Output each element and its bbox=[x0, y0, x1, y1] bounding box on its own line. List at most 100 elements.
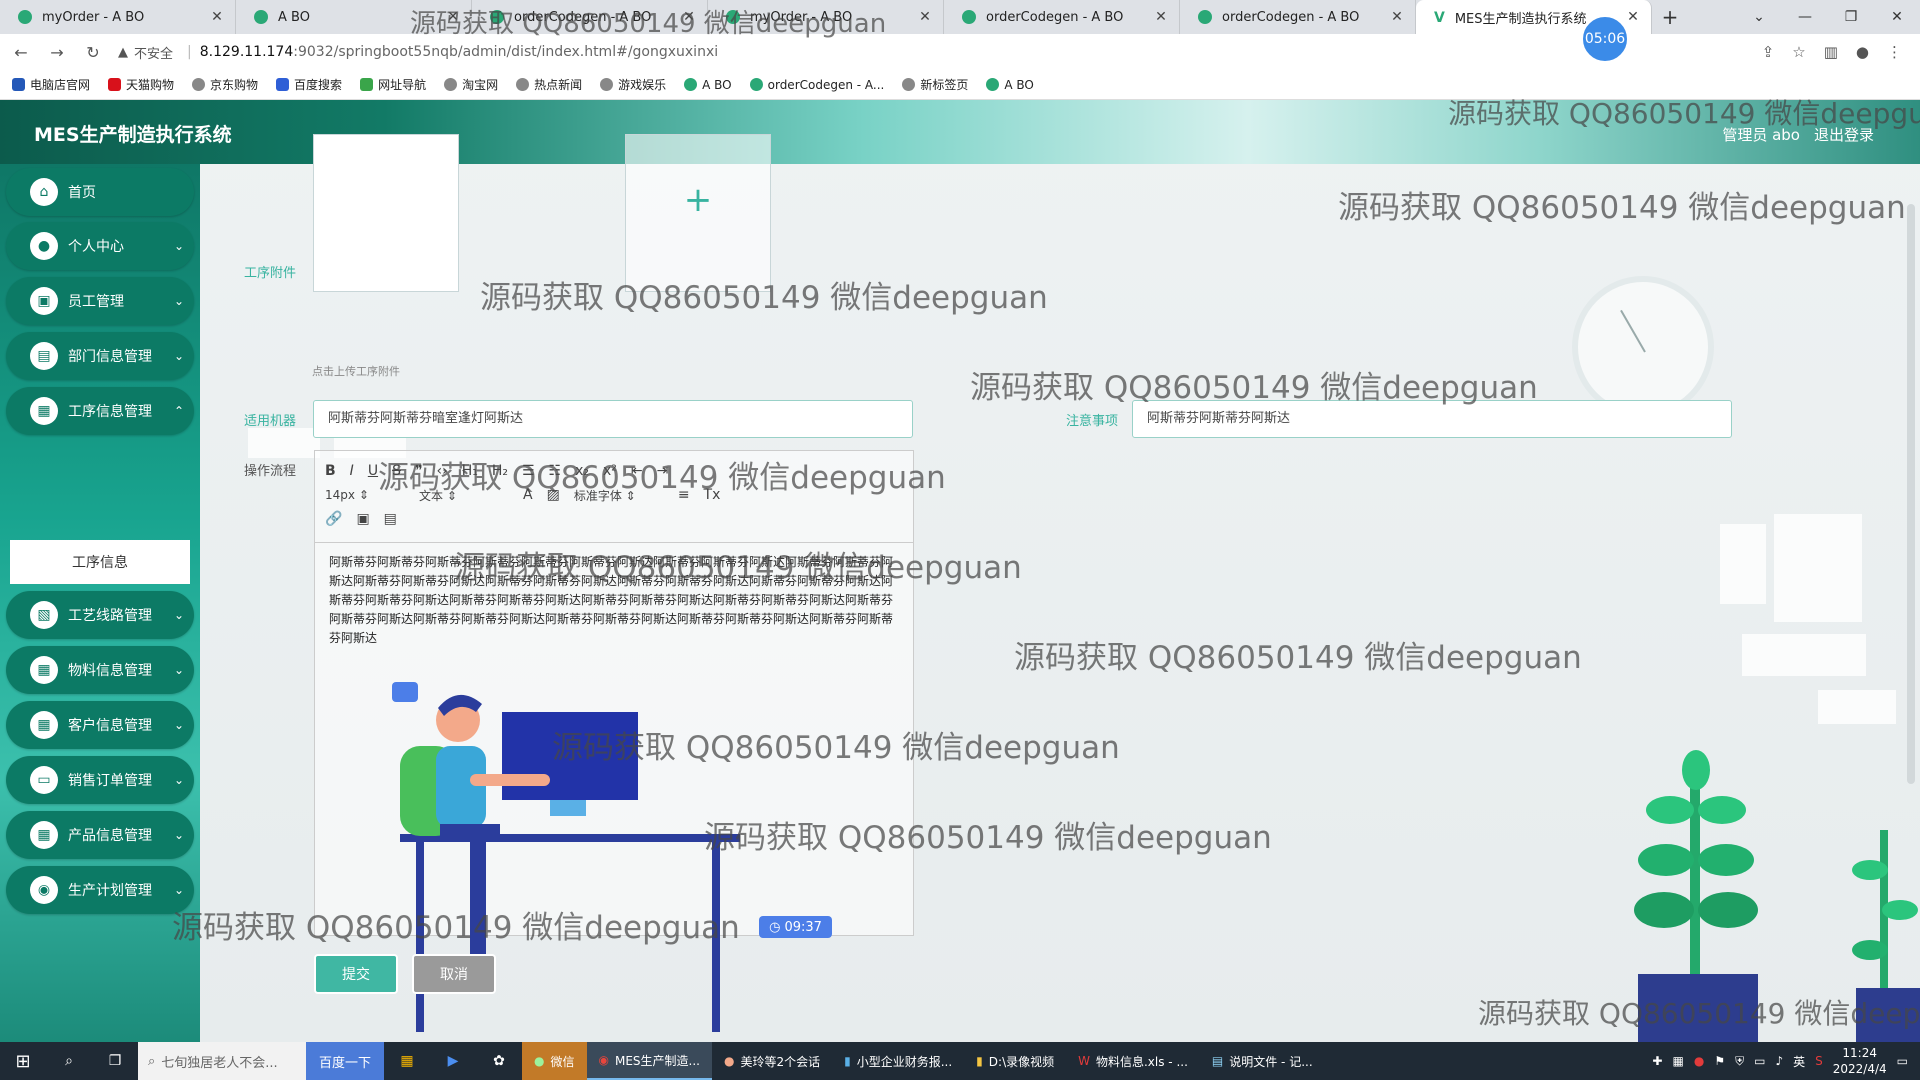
browser-tab[interactable]: myOrder - A BO ✕ bbox=[708, 0, 944, 34]
close-tab-icon[interactable]: ✕ bbox=[1625, 9, 1641, 25]
plus-icon[interactable]: + bbox=[625, 144, 771, 256]
forward-icon[interactable]: → bbox=[42, 43, 72, 62]
sidebar-item-sales-orders[interactable]: ▭ 销售订单管理 ⌄ bbox=[6, 756, 194, 804]
back-icon[interactable]: ← bbox=[6, 43, 36, 62]
tray-app-icon[interactable]: ● bbox=[1694, 1054, 1704, 1068]
bookmark-item[interactable]: 网址导航 bbox=[360, 76, 426, 93]
sidebar-item-products[interactable]: ▦ 产品信息管理 ⌄ bbox=[6, 811, 194, 859]
machine-input[interactable]: 阿斯蒂芬阿斯蒂芬暗室逢灯阿斯达 bbox=[313, 400, 913, 438]
notification-icon[interactable]: ▭ bbox=[1897, 1054, 1908, 1068]
tray-app-icon[interactable]: ⚑ bbox=[1714, 1054, 1725, 1068]
font-family-select[interactable]: 标准字体 ⇕ bbox=[574, 487, 664, 504]
cancel-button[interactable]: 取消 bbox=[412, 954, 496, 994]
taskbar-app-notepad[interactable]: ▤ 说明文件 - 记... bbox=[1200, 1042, 1325, 1080]
bullet-list-icon[interactable]: ☷ bbox=[549, 463, 562, 479]
submenu-item-process-info[interactable]: 工序信息 bbox=[10, 540, 190, 584]
text-type-select[interactable]: 文本 ⇕ bbox=[419, 487, 509, 504]
bookmark-item[interactable]: A BO bbox=[986, 78, 1034, 92]
submit-button[interactable]: 提交 bbox=[314, 954, 398, 994]
baidu-search-button[interactable]: 百度一下 bbox=[306, 1042, 384, 1080]
background-color-icon[interactable]: ▨ bbox=[547, 487, 560, 503]
reload-icon[interactable]: ↻ bbox=[78, 43, 108, 62]
superscript-icon[interactable]: x² bbox=[603, 463, 617, 479]
close-tab-icon[interactable]: ✕ bbox=[917, 9, 933, 25]
page-scrollbar[interactable] bbox=[1907, 204, 1915, 784]
font-size-select[interactable]: 14px ⇕ bbox=[325, 488, 405, 502]
bookmark-item[interactable]: 天猫购物 bbox=[108, 76, 174, 93]
logout-link[interactable]: 退出登录 bbox=[1814, 124, 1874, 145]
tray-app-icon[interactable]: ✚ bbox=[1652, 1054, 1662, 1068]
bookmark-item[interactable]: 百度搜索 bbox=[276, 76, 342, 93]
taskbar-app-folder[interactable]: ▮ D:\录像视频 bbox=[964, 1042, 1066, 1080]
ime-indicator[interactable]: 英 bbox=[1793, 1053, 1805, 1070]
sidepanel-icon[interactable]: ▥ bbox=[1824, 43, 1838, 61]
taskbar-clock[interactable]: 11:24 2022/4/4 bbox=[1833, 1045, 1887, 1077]
underline-icon[interactable]: U bbox=[368, 463, 378, 479]
quote-icon[interactable]: ❞ bbox=[415, 463, 423, 479]
close-tab-icon[interactable]: ✕ bbox=[209, 9, 225, 25]
font-color-icon[interactable]: A bbox=[523, 487, 533, 503]
outdent-icon[interactable]: ⇤ bbox=[631, 463, 643, 479]
tray-app-icon[interactable]: ▦ bbox=[1672, 1054, 1683, 1068]
bookmark-item[interactable]: 热点新闻 bbox=[516, 76, 582, 93]
menu-kebab-icon[interactable]: ⋮ bbox=[1887, 43, 1902, 61]
browser-tab[interactable]: orderCodegen - A BO ✕ bbox=[944, 0, 1180, 34]
code-block-icon[interactable]: ‹› bbox=[437, 463, 448, 479]
sidebar-item-production-plan[interactable]: ◉ 生产计划管理 ⌄ bbox=[6, 866, 194, 914]
restore-icon[interactable]: ❐ bbox=[1828, 0, 1874, 34]
url-input[interactable]: ▲ 不安全 | 8.129.11.174:9032/springboot55nq… bbox=[118, 38, 1762, 66]
network-icon[interactable]: ▭ bbox=[1754, 1054, 1765, 1068]
taskbar-search-input[interactable]: ⌕ 七旬独居老人不会... bbox=[138, 1042, 306, 1080]
bookmark-item[interactable]: 电脑店官网 bbox=[12, 76, 90, 93]
italic-icon[interactable]: I bbox=[350, 463, 354, 479]
sidebar-item-employees[interactable]: ▣ 员工管理 ⌄ bbox=[6, 277, 194, 325]
taskbar-app-chat[interactable]: ● 美玲等2个会话 bbox=[712, 1042, 832, 1080]
profile-icon[interactable]: ● bbox=[1856, 43, 1869, 61]
bookmark-item[interactable]: 淘宝网 bbox=[444, 76, 498, 93]
heading1-icon[interactable]: H₁ bbox=[462, 463, 478, 479]
notes-input[interactable]: 阿斯蒂芬阿斯蒂芬阿斯达 bbox=[1132, 400, 1732, 438]
close-tab-icon[interactable]: ✕ bbox=[1153, 9, 1169, 25]
sidebar-item-departments[interactable]: ▤ 部门信息管理 ⌄ bbox=[6, 332, 194, 380]
bookmark-item[interactable]: 游戏娱乐 bbox=[600, 76, 666, 93]
sidebar-item-profile[interactable]: ● 个人中心 ⌄ bbox=[6, 222, 194, 270]
link-icon[interactable]: 🔗 bbox=[325, 511, 342, 527]
browser-tab[interactable]: A BO ✕ bbox=[236, 0, 472, 34]
bookmark-item[interactable]: orderCodegen - A... bbox=[749, 78, 884, 92]
close-tab-icon[interactable]: ✕ bbox=[445, 9, 461, 25]
sidebar-item-home[interactable]: ⌂ 首页 bbox=[6, 168, 194, 216]
store-app-icon[interactable]: ▦ bbox=[384, 1053, 430, 1069]
close-tab-icon[interactable]: ✕ bbox=[681, 9, 697, 25]
windows-start-icon[interactable]: ⊞ bbox=[0, 1051, 46, 1072]
sidebar-item-processes[interactable]: ▦ 工序信息管理 ⌃ bbox=[6, 387, 194, 435]
video-icon[interactable]: ▤ bbox=[384, 511, 397, 527]
ordered-list-icon[interactable]: ☰ bbox=[522, 463, 535, 479]
new-tab-button[interactable]: + bbox=[1652, 0, 1688, 34]
browser-tab[interactable]: myOrder - A BO ✕ bbox=[0, 0, 236, 34]
taskbar-app-spreadsheet[interactable]: W 物料信息.xls - ... bbox=[1066, 1042, 1200, 1080]
image-icon[interactable]: ▣ bbox=[356, 511, 369, 527]
bookmark-item[interactable]: A BO bbox=[684, 78, 732, 92]
minimize-icon[interactable]: — bbox=[1782, 0, 1828, 34]
attachment-preview[interactable] bbox=[313, 134, 459, 292]
pinwheel-app-icon[interactable]: ✿ bbox=[476, 1053, 522, 1069]
close-tab-icon[interactable]: ✕ bbox=[1389, 9, 1405, 25]
media-app-icon[interactable]: ▶ bbox=[430, 1053, 476, 1069]
taskbar-app-wechat[interactable]: ● 微信 bbox=[522, 1042, 587, 1080]
subscript-icon[interactable]: x₂ bbox=[575, 463, 589, 479]
tab-search-icon[interactable]: ⌄ bbox=[1736, 0, 1782, 34]
sidebar-item-routes[interactable]: ▧ 工艺线路管理 ⌄ bbox=[6, 591, 194, 639]
search-icon[interactable]: ⌕ bbox=[46, 1053, 92, 1069]
bookmark-item[interactable]: 新标签页 bbox=[902, 76, 968, 93]
volume-icon[interactable]: ♪ bbox=[1775, 1054, 1783, 1068]
bookmark-star-icon[interactable]: ☆ bbox=[1792, 43, 1805, 61]
task-view-icon[interactable]: ❐ bbox=[92, 1053, 138, 1069]
shield-icon[interactable]: ⛨ bbox=[1735, 1054, 1744, 1069]
heading2-icon[interactable]: H₂ bbox=[492, 463, 508, 479]
taskbar-app-finance[interactable]: ▮ 小型企业财务报... bbox=[832, 1042, 964, 1080]
input-method-icon[interactable]: S bbox=[1815, 1054, 1823, 1068]
align-icon[interactable]: ≡ bbox=[678, 487, 690, 503]
browser-tab[interactable]: orderCodegen - A BO ✕ bbox=[472, 0, 708, 34]
sidebar-item-materials[interactable]: ▦ 物料信息管理 ⌄ bbox=[6, 646, 194, 694]
browser-tab[interactable]: orderCodegen - A BO ✕ bbox=[1180, 0, 1416, 34]
